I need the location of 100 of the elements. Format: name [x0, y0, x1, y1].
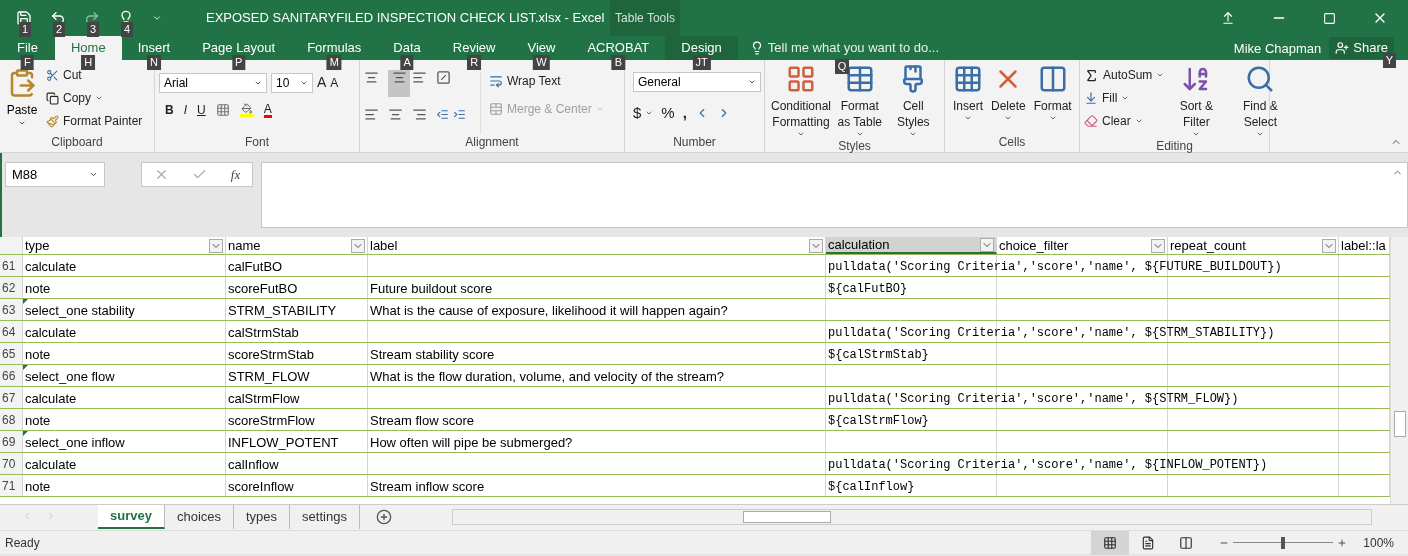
zoom-thumb[interactable] [1281, 536, 1286, 549]
borders-icon[interactable] [215, 103, 230, 117]
row-number[interactable]: 65 [0, 343, 23, 364]
scroll-thumb[interactable] [742, 511, 831, 523]
increase-indent-icon[interactable] [453, 107, 466, 122]
cell-styles-button[interactable]: Cell Styles [886, 64, 940, 138]
row-number[interactable]: 64 [0, 321, 23, 342]
caret-icon [95, 94, 103, 102]
autosum-button[interactable]: AutoSum [1084, 66, 1165, 84]
zoom-level[interactable]: 100% [1363, 533, 1394, 552]
page-icon [1141, 535, 1156, 550]
sort-filter-button[interactable]: Sort & Filter [1164, 64, 1229, 138]
bottom-align-icon[interactable] [412, 70, 427, 85]
table-cell: pulldata('Scoring Criteria','score','name', ${STRM_STABILITY}) [828, 326, 1275, 340]
row-number[interactable]: 61 [0, 255, 23, 276]
column-header[interactable]: label::la [1339, 237, 1390, 254]
row-number[interactable]: 63 [0, 299, 23, 320]
column-header[interactable]: choice_filter [997, 237, 1168, 254]
copy-icon [46, 91, 59, 105]
columns-icon [1179, 535, 1194, 550]
middle-align-button[interactable] [388, 70, 410, 97]
filter-dropdown-icon[interactable] [209, 238, 223, 253]
user-name: Mike Chapman [1233, 40, 1322, 58]
fill-button[interactable]: Fill [1084, 89, 1165, 107]
caret-icon [1192, 130, 1201, 138]
wrap-text-button[interactable]: Wrap Text [489, 72, 604, 90]
currency-button[interactable]: $ [633, 102, 654, 125]
top-align-icon[interactable] [364, 70, 379, 85]
column-header[interactable]: type [23, 237, 226, 254]
scroll-thumb[interactable] [1394, 411, 1406, 437]
format-painter-button[interactable]: Format Painter [46, 112, 143, 130]
column-header[interactable]: repeat_count [1168, 237, 1339, 254]
row-number[interactable]: 69 [0, 431, 23, 452]
row-number[interactable]: 70 [0, 453, 23, 474]
table-cell: calStrmStab [228, 326, 299, 340]
underline-button[interactable]: U [197, 101, 206, 119]
conditional-formatting-button[interactable]: Conditional Formatting [769, 64, 833, 138]
filter-dropdown-icon[interactable] [351, 238, 365, 253]
sheet-tab[interactable]: settings [290, 505, 360, 529]
table-cell: calculate [25, 260, 77, 274]
format-cells-button[interactable]: Format [1029, 64, 1076, 134]
bold-button[interactable]: B [165, 101, 174, 119]
column-header[interactable]: label [368, 237, 826, 254]
zoom-slider[interactable] [1233, 536, 1334, 549]
delete-cells-button[interactable]: Delete [987, 64, 1030, 134]
number-format-field[interactable]: General [633, 72, 761, 92]
name-box[interactable]: M88 [5, 162, 105, 187]
tell-me-field[interactable]: Tell me what you want to do... [767, 38, 940, 58]
group-label: Alignment [464, 134, 520, 151]
font-color-button[interactable]: A [263, 102, 272, 118]
decrease-indent-icon[interactable] [436, 107, 449, 122]
filter-dropdown-icon[interactable] [809, 238, 823, 253]
table-cell: scoreStrmFlow [228, 414, 315, 428]
sheet-tab[interactable]: types [234, 505, 291, 529]
formula-field[interactable] [261, 162, 1408, 228]
horizontal-scrollbar[interactable] [451, 509, 1372, 525]
sheet-tab[interactable]: choices [164, 505, 234, 529]
row-number[interactable]: 62 [0, 277, 23, 298]
insert-function-button[interactable]: fx [230, 164, 241, 185]
align-right-icon[interactable] [412, 107, 427, 122]
clear-button[interactable]: Clear [1084, 112, 1165, 130]
vertical-scrollbar[interactable] [1390, 237, 1408, 504]
row-number[interactable]: 67 [0, 387, 23, 408]
orientation-icon[interactable] [436, 70, 451, 85]
filter-dropdown-icon[interactable] [1151, 238, 1165, 253]
save-icon[interactable] [16, 10, 32, 26]
align-left-icon[interactable] [364, 107, 379, 122]
paste-button[interactable]: Paste [4, 68, 40, 134]
filter-dropdown-icon[interactable] [1322, 238, 1336, 253]
row-number[interactable]: 68 [0, 409, 23, 430]
column-header[interactable]: calculation [826, 237, 997, 254]
find-select-button[interactable]: Find & Select [1228, 64, 1293, 138]
grow-font-button[interactable]: A [317, 72, 327, 93]
fill-color-icon[interactable] [239, 103, 254, 117]
shrink-font-button[interactable]: A [330, 73, 339, 92]
font-size-field[interactable]: 10 [271, 72, 313, 93]
comma-button[interactable]: , [682, 102, 687, 125]
column-header[interactable]: name [226, 237, 368, 254]
keytip: 1 [19, 22, 32, 37]
caret-icon [18, 119, 26, 127]
status-text: Ready [4, 534, 40, 552]
ribbon-options-icon[interactable] [1221, 11, 1235, 25]
table-cell: scoreFutBO [228, 282, 298, 296]
maximize-icon[interactable] [1323, 11, 1336, 25]
row-number[interactable]: 71 [0, 475, 23, 496]
percent-button[interactable]: % [661, 102, 675, 125]
new-sheet-icon[interactable] [375, 509, 392, 525]
align-center-icon[interactable] [388, 107, 403, 122]
table-cell: select_one inflow [25, 436, 125, 450]
copy-button[interactable]: Copy [46, 89, 143, 107]
zoom-in-icon[interactable] [1337, 537, 1348, 548]
italic-button[interactable]: I [183, 101, 187, 119]
font-name-field[interactable]: Arial [159, 72, 267, 93]
filter-dropdown-icon[interactable] [980, 237, 994, 252]
normal-view-button[interactable] [1091, 530, 1130, 555]
insert-cells-button[interactable]: Insert [949, 64, 987, 134]
customize-icon[interactable] [152, 13, 162, 23]
sigma-icon [1084, 67, 1099, 83]
row-number[interactable]: 66 [0, 365, 23, 386]
sheet-tab[interactable]: survey [98, 505, 165, 529]
